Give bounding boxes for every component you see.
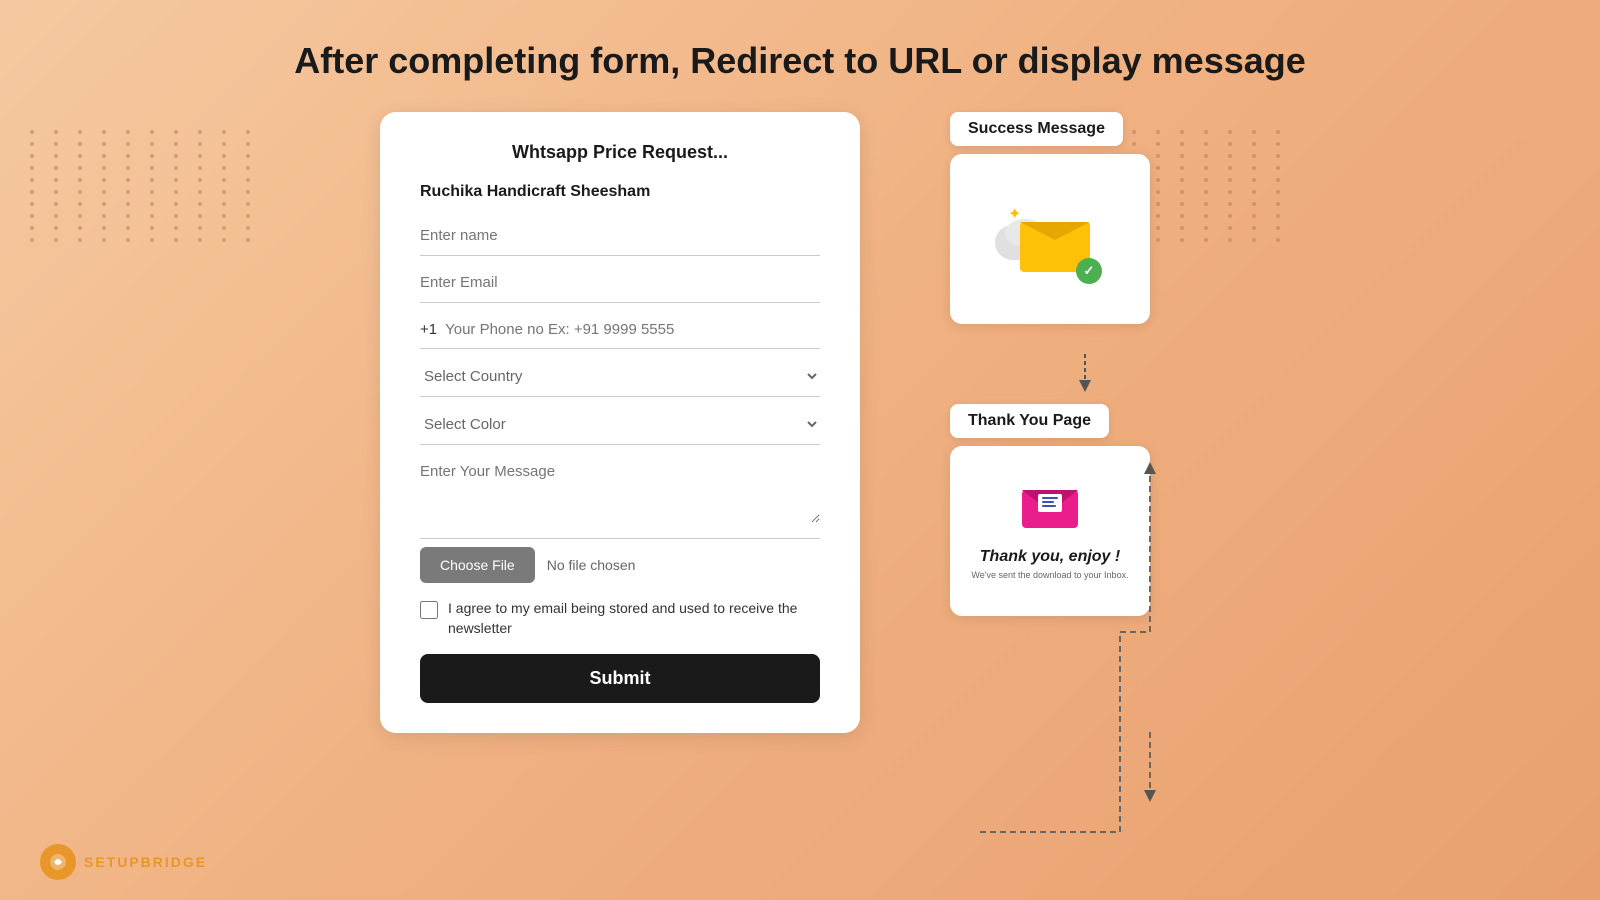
consent-label: I agree to my email being stored and use…	[448, 599, 820, 638]
logo-area: SETUPBRIDGE	[40, 844, 207, 880]
country-select[interactable]: Select Country	[420, 367, 820, 386]
color-field: Select Color	[420, 405, 820, 445]
file-upload-row: Choose File No file chosen	[420, 547, 820, 583]
flow-arrow-middle	[950, 354, 1220, 394]
name-input[interactable]	[420, 227, 820, 244]
email-field	[420, 264, 820, 303]
consent-checkbox[interactable]	[420, 601, 438, 619]
success-label: Success Message	[950, 112, 1123, 146]
logo-icon	[40, 844, 76, 880]
message-field	[420, 453, 820, 539]
phone-code: +1	[420, 321, 437, 338]
thankyou-flow-item: Thank You Page Thank you, enjoy ! We've	[950, 404, 1220, 616]
form-title: Whtsapp Price Request...	[420, 142, 820, 163]
page-heading: After completing form, Redirect to URL o…	[0, 0, 1600, 112]
content-area: Whtsapp Price Request... Ruchika Handicr…	[0, 112, 1600, 733]
form-card: Whtsapp Price Request... Ruchika Handicr…	[380, 112, 860, 733]
phone-field: +1	[420, 311, 820, 349]
thankyou-label: Thank You Page	[950, 404, 1109, 438]
checkbox-row: I agree to my email being stored and use…	[420, 599, 820, 638]
product-name: Ruchika Handicraft Sheesham	[420, 183, 820, 201]
no-file-label: No file chosen	[547, 557, 636, 573]
phone-input[interactable]	[445, 321, 820, 338]
choose-file-button[interactable]: Choose File	[420, 547, 535, 583]
flow-diagram: Success Message ✦	[920, 112, 1220, 636]
thankyou-subtext: We've sent the download to your Inbox.	[971, 570, 1128, 580]
thankyou-heading: Thank you, enjoy !	[980, 548, 1120, 566]
message-input[interactable]	[420, 463, 820, 523]
country-field: Select Country	[420, 357, 820, 397]
dots-decoration-left: for(let i=0;i<100;i++) document.write('<…	[30, 130, 230, 730]
submit-button[interactable]: Submit	[420, 654, 820, 703]
success-card: ✦ ✓	[950, 154, 1150, 324]
color-select[interactable]: Select Color	[420, 415, 820, 434]
name-field	[420, 217, 820, 256]
thankyou-card: Thank you, enjoy ! We've sent the downlo…	[950, 446, 1150, 616]
success-flow-item: Success Message ✦	[950, 112, 1220, 324]
logo-text: SETUPBRIDGE	[84, 854, 207, 870]
thankyou-envelope-icon	[1020, 482, 1080, 544]
email-input[interactable]	[420, 274, 820, 291]
